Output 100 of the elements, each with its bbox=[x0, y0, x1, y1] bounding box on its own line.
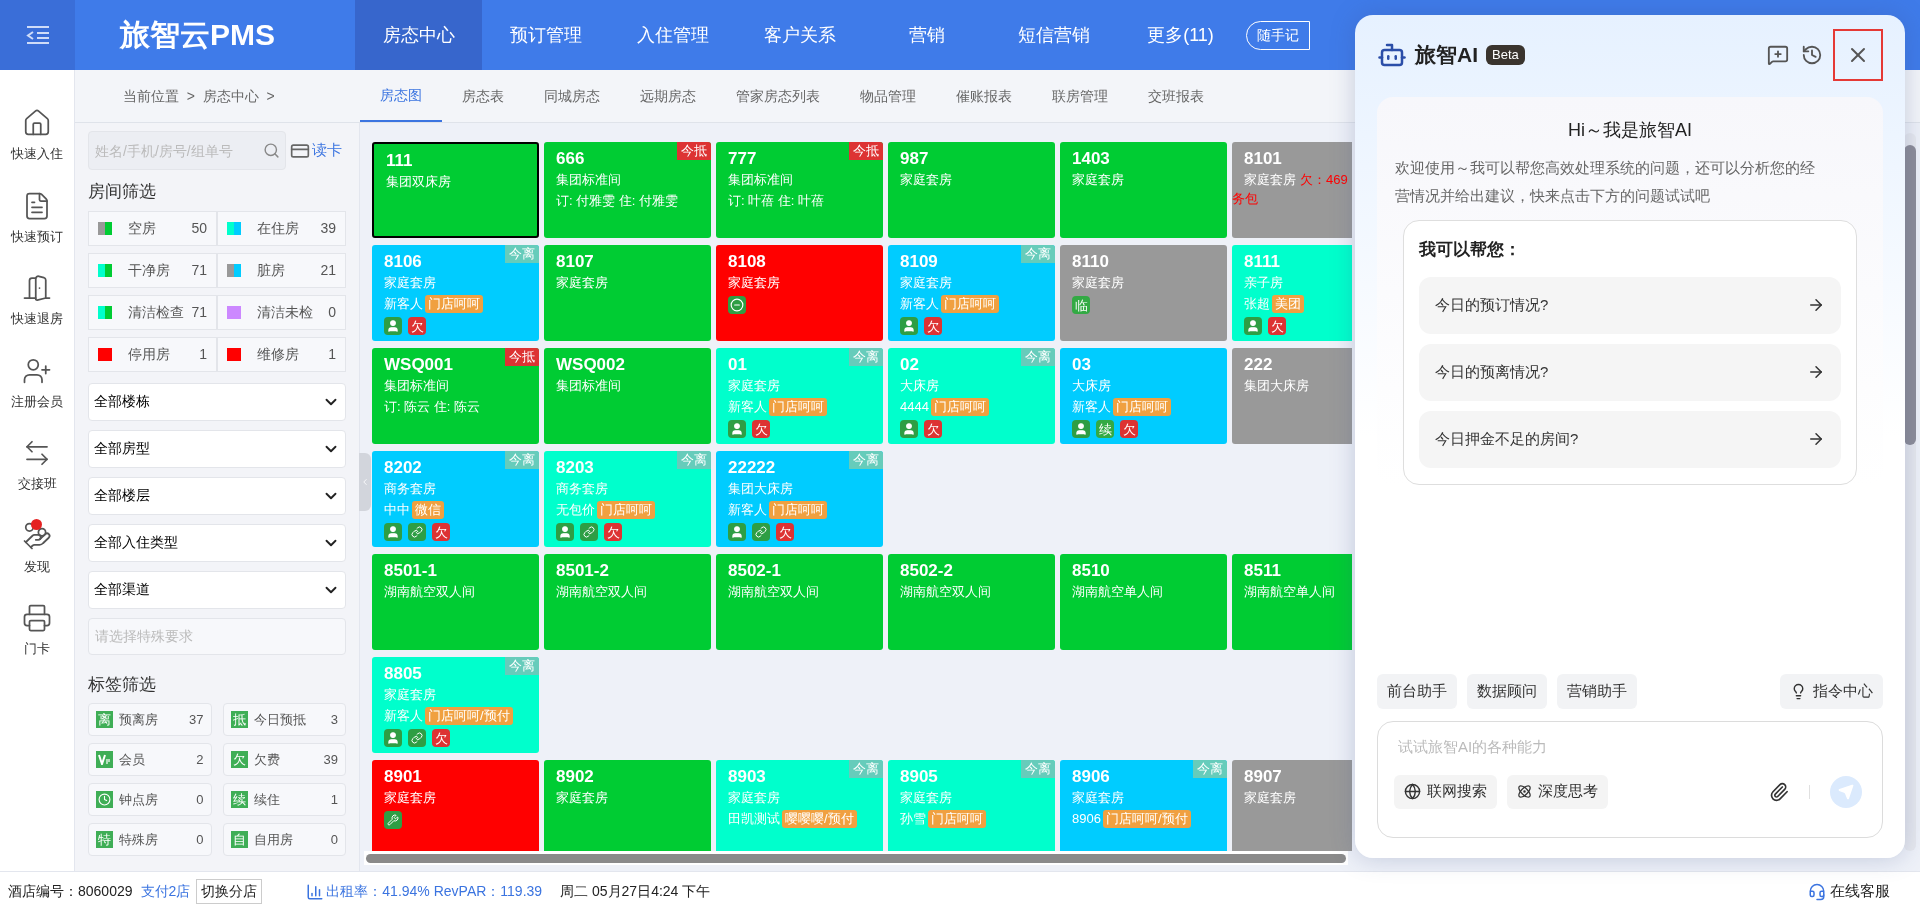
collapse-handle[interactable] bbox=[359, 453, 371, 511]
sub-tab[interactable]: 物品管理 bbox=[840, 70, 936, 122]
sub-tab[interactable]: 交班报表 bbox=[1128, 70, 1224, 122]
read-card-button[interactable]: 读卡 bbox=[290, 139, 342, 162]
sub-tab[interactable]: 房态图 bbox=[360, 70, 442, 122]
filter-dropdown[interactable]: 全部楼栋 bbox=[88, 382, 346, 421]
sub-tab[interactable]: 远期房态 bbox=[620, 70, 716, 122]
person-icon bbox=[1244, 317, 1262, 335]
room-number: 222 bbox=[1244, 354, 1273, 376]
sub-tab[interactable]: 管家房态列表 bbox=[716, 70, 840, 122]
suggested-question[interactable]: 今日的预离情况? bbox=[1419, 343, 1841, 401]
status-filter[interactable]: 清洁检查 71 bbox=[88, 294, 217, 330]
room-type: 大床房 bbox=[900, 377, 939, 395]
nav-tab[interactable]: 预订管理 bbox=[482, 0, 609, 70]
nav-tab[interactable]: 短信营销 bbox=[990, 0, 1117, 70]
room-card[interactable]: 8805 今离 家庭套房 新客人 门店呵呵/预付 欠 bbox=[372, 657, 539, 753]
room-number: 8502-1 bbox=[728, 560, 781, 582]
nav-tab[interactable]: 营销 bbox=[863, 0, 990, 70]
branch-link[interactable]: 支付2店 bbox=[140, 881, 191, 902]
room-tag: 今离 bbox=[1021, 348, 1055, 366]
room-card[interactable]: 777 今抵 集团标准间 订: 叶蓓 住: 叶蓓 bbox=[716, 142, 883, 238]
room-type: 湖南航空双人间 bbox=[384, 583, 475, 601]
panel-title: 旅智AI bbox=[1415, 42, 1478, 69]
room-card[interactable]: 8109 今离 家庭套房 新客人 门店呵呵 欠 bbox=[888, 245, 1055, 341]
guest-name: 孙雪 bbox=[900, 810, 926, 828]
room-type: 集团标准间 bbox=[556, 377, 621, 395]
chat-plus-icon bbox=[1767, 44, 1789, 66]
room-card[interactable]: 8111 亲子房 张超 美团 欠 bbox=[1232, 245, 1352, 341]
assistant-chip[interactable]: 营销助手 bbox=[1557, 674, 1637, 709]
room-card[interactable]: 02 今离 大床房 4444 门店呵呵 欠 bbox=[888, 348, 1055, 444]
sidebar-item[interactable]: 快速退房 bbox=[11, 273, 63, 329]
assistant-chip[interactable]: 前台助手 bbox=[1377, 674, 1457, 709]
sidebar-item[interactable]: 注册会员 bbox=[11, 355, 63, 411]
close-button[interactable] bbox=[1833, 29, 1883, 81]
suggested-question[interactable]: 今日的预订情况? bbox=[1419, 276, 1841, 334]
menu-button[interactable] bbox=[0, 0, 75, 70]
person-icon bbox=[384, 317, 402, 335]
special-request-field[interactable]: 请选择特殊要求 bbox=[88, 617, 346, 655]
room-card[interactable]: 22222 今离 集团大床房 新客人 门店呵呵 欠 bbox=[716, 451, 883, 547]
support-link[interactable]: 在线客服 bbox=[1830, 880, 1890, 903]
option-toggle[interactable]: 深度思考 bbox=[1507, 774, 1608, 809]
room-tag: 今离 bbox=[849, 760, 883, 778]
switch-branch-button[interactable]: 切换分店 bbox=[196, 879, 263, 904]
room-card[interactable]: 01 今离 家庭套房 新客人 门店呵呵 欠 bbox=[716, 348, 883, 444]
sidebar-item[interactable]: 快速预订 bbox=[11, 190, 63, 246]
tag-filter[interactable]: 特 特殊房 0 bbox=[88, 823, 212, 856]
tag-filter[interactable]: 会员 2 bbox=[88, 743, 212, 776]
sub-tab[interactable]: 催账报表 bbox=[936, 70, 1032, 122]
tag-filter[interactable]: 自 自用房 0 bbox=[222, 823, 346, 856]
section-heading: 标签筛选 bbox=[88, 673, 156, 696]
option-toggle[interactable]: 联网搜索 bbox=[1394, 774, 1497, 809]
room-type: 家庭套房 bbox=[900, 274, 952, 292]
filter-dropdown[interactable]: 全部楼层 bbox=[88, 476, 346, 515]
room-card[interactable]: 666 今抵 集团标准间 订: 付雅雯 住: 付雅雯 bbox=[544, 142, 711, 238]
tag-filter[interactable]: 续 续住 1 bbox=[222, 783, 346, 816]
room-card[interactable]: 8203 今离 商务套房 无包价 门店呵呵 欠 bbox=[544, 451, 711, 547]
filter-dropdown[interactable]: 全部房型 bbox=[88, 429, 346, 468]
room-card[interactable]: 8901 家庭套房 bbox=[372, 760, 539, 851]
app-logo: 旅智云PMS bbox=[120, 20, 275, 50]
status-filter[interactable]: 脏房 21 bbox=[217, 252, 346, 288]
sidebar-item[interactable]: 门卡 bbox=[22, 603, 52, 659]
sub-tab[interactable]: 房态表 bbox=[442, 70, 524, 122]
command-center-button[interactable]: 指令中心 bbox=[1780, 674, 1883, 709]
attach-button[interactable] bbox=[1769, 781, 1789, 802]
sidebar-item[interactable]: 交接班 bbox=[17, 438, 57, 494]
room-card[interactable]: WSQ001 今抵 集团标准间 订: 陈云 住: 陈云 bbox=[372, 348, 539, 444]
room-type: 亲子房 bbox=[1244, 274, 1283, 292]
tag-filter[interactable]: 抵 今日预抵 3 bbox=[222, 703, 346, 736]
tag-filter[interactable]: 钟点房 0 bbox=[88, 783, 212, 816]
horizontal-scrollbar[interactable] bbox=[364, 851, 1348, 865]
room-number: 8203 bbox=[556, 457, 594, 479]
status-filter[interactable]: 清洁未检 0 bbox=[217, 294, 346, 330]
filter-dropdown[interactable]: 全部渠道 bbox=[88, 570, 346, 609]
status-filter[interactable]: 在住房 39 bbox=[217, 210, 346, 246]
nav-tab[interactable]: 房态中心 bbox=[355, 0, 482, 70]
chat-input[interactable]: 试试旅智AI的各种能力 bbox=[1398, 736, 1862, 759]
nav-tab[interactable]: 客户关系 bbox=[736, 0, 863, 70]
link-icon bbox=[408, 729, 426, 747]
room-card[interactable]: 8108 家庭套房 bbox=[716, 245, 883, 341]
room-type: 集团大床房 bbox=[1244, 377, 1309, 395]
room-card[interactable]: 03 大床房 新客人 门店呵呵 续 欠 bbox=[1060, 348, 1227, 444]
status-filter[interactable]: 停用房 1 bbox=[88, 336, 217, 372]
sub-tab[interactable]: 联房管理 bbox=[1032, 70, 1128, 122]
tag-filter[interactable]: 欠 欠费 39 bbox=[222, 743, 346, 776]
nav-tab[interactable]: 更多(11) bbox=[1117, 0, 1244, 70]
sub-tab[interactable]: 同城房态 bbox=[524, 70, 620, 122]
person-icon bbox=[728, 523, 746, 541]
nav-tab[interactable]: 入住管理 bbox=[609, 0, 736, 70]
suggested-question[interactable]: 今日押金不足的房间? bbox=[1419, 410, 1841, 468]
room-card[interactable]: 8110 家庭套房 临 bbox=[1060, 245, 1227, 341]
sidebar-item[interactable]: 发现 bbox=[22, 520, 52, 576]
assistant-chip[interactable]: 数据顾问 bbox=[1467, 674, 1547, 709]
filter-dropdown[interactable]: 全部入住类型 bbox=[88, 523, 346, 562]
tag-filter[interactable]: 离 预离房 37 bbox=[88, 703, 212, 736]
sidebar-item[interactable]: 快速入住 bbox=[11, 108, 63, 164]
status-filter[interactable]: 干净房 71 bbox=[88, 252, 217, 288]
room-card[interactable]: 8202 今离 商务套房 中中 微信 欠 bbox=[372, 451, 539, 547]
room-card[interactable]: 8106 今离 家庭套房 新客人 门店呵呵 欠 bbox=[372, 245, 539, 341]
status-filter[interactable]: 空房 50 bbox=[88, 210, 217, 246]
status-filter[interactable]: 维修房 1 bbox=[217, 336, 346, 372]
